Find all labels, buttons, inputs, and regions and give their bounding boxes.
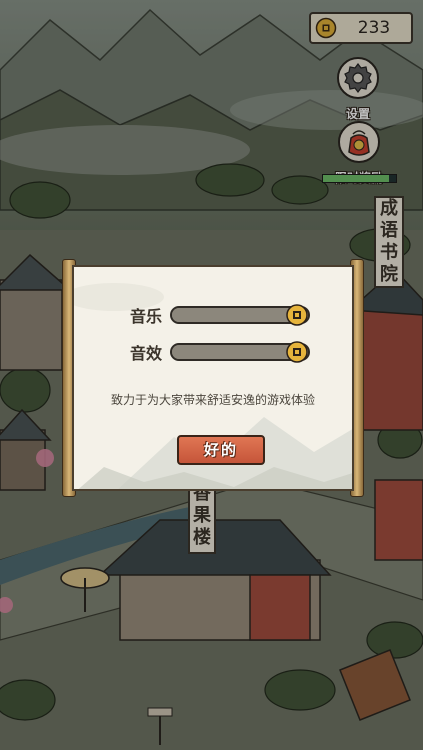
- music-slider[interactable]: [170, 304, 310, 326]
- slogan-text: 致力于为大家带来舒适安逸的游戏体验: [110, 393, 315, 407]
- sound-slider[interactable]: [170, 341, 310, 363]
- sound-setting: 音效: [110, 340, 340, 364]
- ok-button[interactable]: 好的: [177, 435, 265, 465]
- music-label: 音乐: [130, 307, 163, 326]
- sound-slider-knob[interactable]: [286, 341, 308, 363]
- settings-dialog: 音乐 音效 致力于为大家带来舒适安逸的游戏体验 好的: [62, 259, 364, 497]
- sound-label: 音效: [130, 344, 163, 363]
- music-slider-knob[interactable]: [286, 304, 308, 326]
- music-setting: 音乐: [110, 303, 340, 327]
- settings-panel: 音乐 音效 致力于为大家带来舒适安逸的游戏体验 好的: [72, 265, 354, 491]
